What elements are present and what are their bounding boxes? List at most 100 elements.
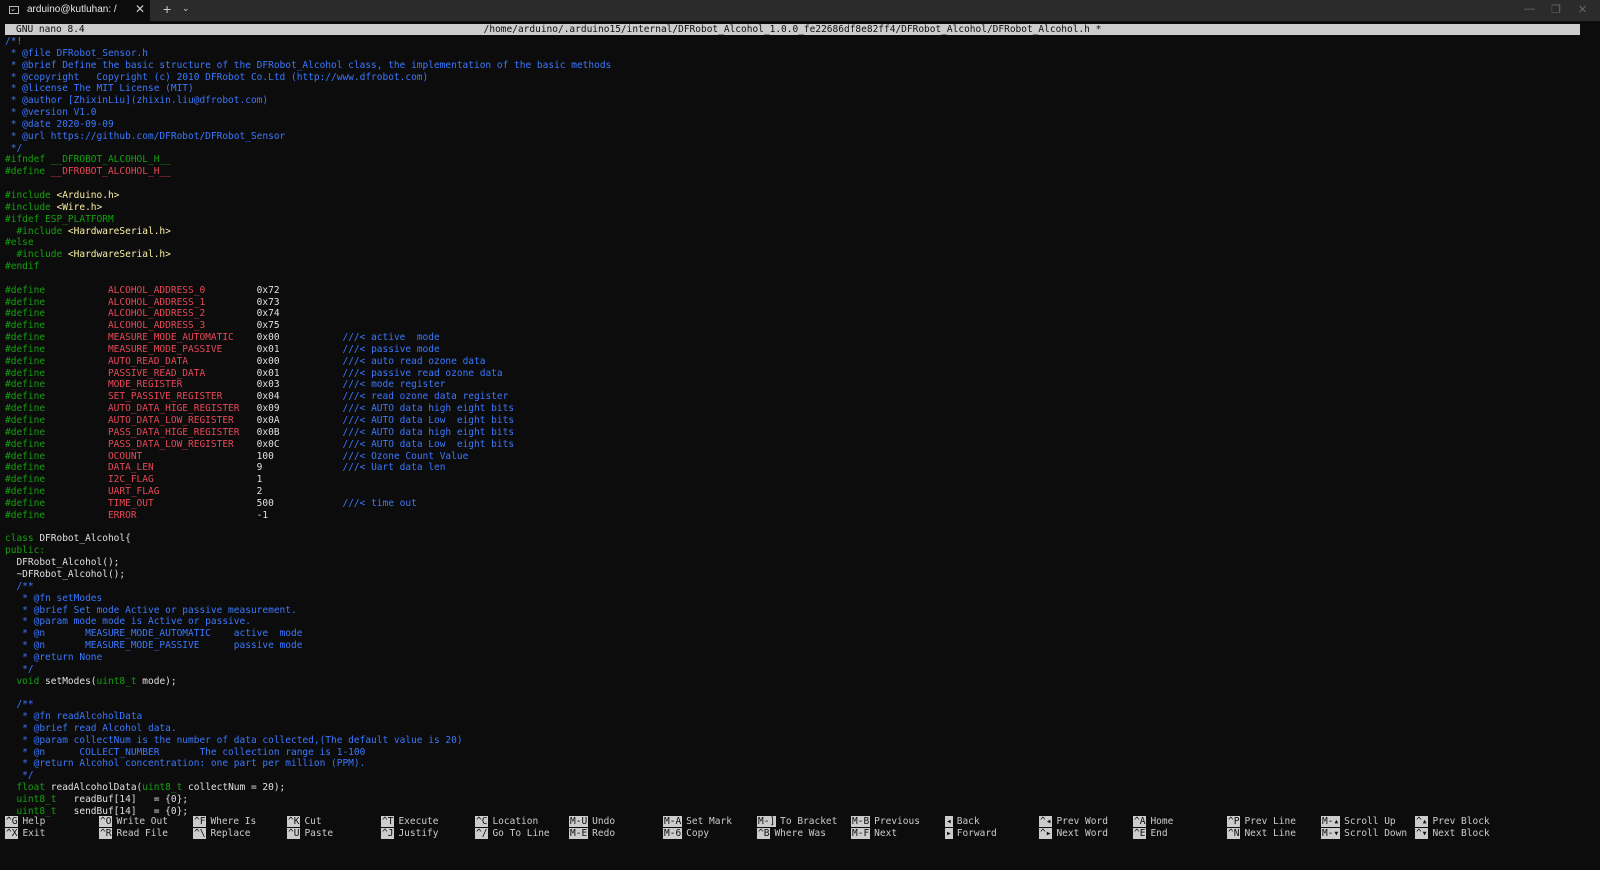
shortcut-key: M-B	[851, 816, 871, 827]
code-token: * @n COLLECT_NUMBER The collection range…	[5, 746, 366, 758]
code-line: #include <Arduino.h>	[5, 190, 1585, 202]
tab-dropdown-button[interactable]: ⌄	[182, 3, 190, 14]
shortcut-column: M-▴ Scroll Up M-▾ Scroll Down	[1321, 816, 1416, 840]
shortcut-label: Back	[956, 816, 980, 827]
code-token: uint8_t	[5, 794, 57, 805]
shortcut-item[interactable]: ^K Cut	[287, 816, 382, 828]
code-token: #define	[5, 509, 108, 521]
shortcut-column: M-U Undo M-E Redo	[569, 816, 664, 840]
code-token: MEASURE_MODE_PASSIVE	[107, 343, 257, 355]
shortcut-column: ^G Help ^X Exit	[5, 816, 100, 840]
shortcut-item[interactable]: ^P Prev Line	[1227, 816, 1322, 828]
code-line: */	[5, 143, 1585, 155]
code-token: #define	[5, 462, 108, 474]
editor-text-area[interactable]: /*! * @file DFRobot_Sensor.h * @brief De…	[5, 36, 1585, 817]
code-token: SET_PASSIVE_REGISTER	[107, 391, 257, 403]
code-token: ///< AUTO data high eight bits	[342, 426, 515, 438]
code-token: 0x72	[256, 284, 280, 296]
code-token: #define	[5, 296, 108, 308]
shortcut-item[interactable]: ^▾ Next Block	[1415, 828, 1510, 840]
shortcut-label: Cut	[304, 816, 322, 827]
shortcut-item[interactable]: ^N Next Line	[1227, 828, 1322, 840]
shortcut-item[interactable]: ^C Location	[475, 816, 570, 828]
shortcut-item[interactable]: ^▸ Next Word	[1039, 828, 1134, 840]
tab-title: arduino@kutluhan: /	[27, 4, 117, 15]
shortcut-item[interactable]: M-F Next	[851, 828, 946, 840]
shortcut-key: ^X	[5, 828, 19, 839]
shortcut-key: ^U	[287, 828, 301, 839]
shortcut-item[interactable]: ^▴ Prev Block	[1415, 816, 1510, 828]
shortcut-item[interactable]: M-▾ Scroll Down	[1321, 828, 1416, 840]
code-line: ~DFRobot_Alcohol();	[5, 569, 1585, 581]
code-token: MEASURE_MODE_AUTOMATIC	[107, 332, 257, 344]
shortcut-item[interactable]: M-6 Copy	[663, 828, 758, 840]
code-token: AUTO_READ_DATA	[107, 355, 257, 367]
minimize-button[interactable]: —	[1524, 3, 1535, 15]
shortcut-item[interactable]: ^O Write Out	[99, 816, 194, 828]
code-line: * @fn readAlcoholData	[5, 711, 1585, 723]
code-line: * @copyright Copyright (c) 2010 DFRobot …	[5, 72, 1585, 84]
code-token: 9	[256, 462, 343, 474]
code-token: <HardwareSerial.h>	[67, 249, 171, 261]
shortcut-item[interactable]: ^\ Replace	[193, 828, 288, 840]
shortcut-item[interactable]: ^J Justify	[381, 828, 476, 840]
code-token: #include	[5, 189, 57, 201]
shortcut-item[interactable]: ^G Help	[5, 816, 100, 828]
shortcut-item[interactable]: ^F Where Is	[193, 816, 288, 828]
code-token: 0x0A	[256, 415, 343, 426]
shortcut-column: ^◂ Prev Word ^▸ Next Word	[1039, 816, 1134, 840]
code-token: #else	[5, 237, 34, 249]
shortcut-item[interactable]: ^T Execute	[381, 816, 476, 828]
tab-close-button[interactable]: ✕	[135, 2, 145, 16]
shortcut-key: M-F	[851, 828, 871, 839]
shortcut-item[interactable]: M-A Set Mark	[663, 816, 758, 828]
shortcut-key: ^F	[193, 816, 207, 827]
code-line: class DFRobot_Alcohol{	[5, 533, 1585, 545]
terminal-tab[interactable]: arduino@kutluhan: / ✕	[0, 0, 150, 21]
code-token: -1	[256, 509, 269, 521]
shortcut-item[interactable]: M-E Redo	[569, 828, 664, 840]
code-line: */	[5, 770, 1585, 782]
shortcut-item[interactable]: ◂ Back	[945, 816, 1040, 828]
maximize-button[interactable]: ❐	[1551, 3, 1561, 16]
shortcut-label: Where Is	[210, 816, 257, 827]
shortcut-key: ^P	[1227, 816, 1241, 827]
code-line: * @n MEASURE_MODE_PASSIVE passive mode	[5, 640, 1585, 652]
code-token: UART_FLAG	[107, 486, 257, 498]
shortcut-item[interactable]: ^B Where Was	[757, 828, 852, 840]
shortcut-item[interactable]: ^/Go To Line	[475, 828, 570, 840]
code-line: * @version V1.0	[5, 107, 1585, 119]
shortcut-item[interactable]: ^◂ Prev Word	[1039, 816, 1134, 828]
code-line: * @brief Define the basic structure of t…	[5, 60, 1585, 72]
shortcut-item[interactable]: M-] To Bracket	[757, 816, 852, 828]
code-token: MODE_REGISTER	[107, 379, 257, 391]
shortcut-item[interactable]: ▸ Forward	[945, 828, 1040, 840]
code-token: * @fn setModes	[5, 592, 103, 604]
code-token: ///< Uart data len	[342, 462, 446, 474]
shortcut-item[interactable]: ^A Home	[1133, 816, 1228, 828]
code-token: * @param collectNum is the number of dat…	[5, 734, 463, 746]
shortcut-label: Go To Line	[492, 828, 550, 839]
code-token: #define	[5, 403, 108, 415]
shortcut-item[interactable]: ^R Read File	[99, 828, 194, 840]
shortcut-item[interactable]: ^X Exit	[5, 828, 100, 840]
shortcut-key: ^▾	[1415, 828, 1429, 839]
code-token: 500	[256, 497, 343, 509]
code-line: float readAlcoholData(uint8_t collectNum…	[5, 782, 1585, 794]
code-token: /**	[5, 699, 34, 711]
shortcut-item[interactable]: M-▴ Scroll Up	[1321, 816, 1416, 828]
code-token: readAlcoholData(	[50, 782, 143, 794]
code-token: * @n MEASURE_MODE_AUTOMATIC active mode	[5, 628, 303, 640]
code-line: * @brief Set mode Active or passive meas…	[5, 605, 1585, 617]
code-line: /**	[5, 699, 1585, 711]
shortcut-item[interactable]: ^U Paste	[287, 828, 382, 840]
shortcut-item[interactable]: M-U Undo	[569, 816, 664, 828]
new-tab-button[interactable]: +	[163, 1, 171, 17]
shortcut-key: M-U	[569, 816, 589, 827]
terminal-icon	[9, 6, 19, 14]
window-close-button[interactable]: ✕	[1578, 3, 1587, 16]
shortcut-item[interactable]: M-B Previous	[851, 816, 946, 828]
shortcut-item[interactable]: ^E End	[1133, 828, 1228, 840]
code-token: * @brief Set mode Active or passive meas…	[5, 604, 297, 616]
